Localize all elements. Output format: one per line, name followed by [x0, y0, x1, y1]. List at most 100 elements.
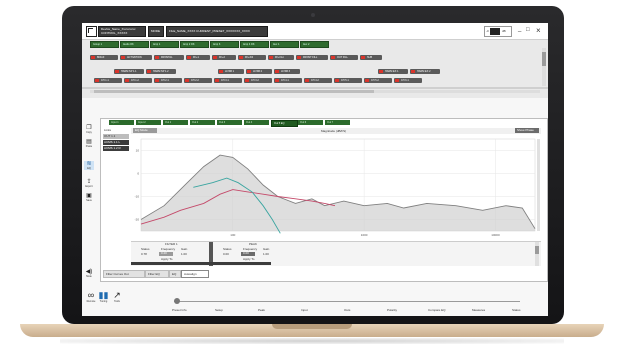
channel-chip[interactable]: SUB [360, 55, 382, 60]
channel-chip[interactable]: BDIAF [90, 55, 118, 60]
filter-tab[interactable]: Out 7 [325, 120, 350, 125]
save-button[interactable]: ▣ Save [84, 193, 94, 202]
hscroll[interactable] [90, 90, 540, 93]
channel-chip[interactable]: CH 4.1 [274, 78, 302, 83]
channel-chip[interactable]: HARM EX 1 [378, 69, 408, 74]
timeline-label[interactable]: Peak [258, 309, 265, 312]
bottom-tab[interactable]: Filter EQ [145, 270, 169, 278]
top-tab[interactable]: Aux 1 [270, 41, 299, 48]
timeline-label[interactable]: Measures [472, 309, 485, 312]
band-left-v0: 0.78 [141, 252, 147, 256]
band-right-field[interactable]: 0.00 [241, 252, 255, 256]
remote-button[interactable]: ∞ Remote [86, 290, 96, 304]
eq-mode-button[interactable]: EQ Mode [133, 128, 157, 133]
channel-chip[interactable]: CH 2.1 [154, 78, 182, 83]
channel-chip[interactable]: CH 3.1 [214, 78, 242, 83]
channel-chip[interactable]: FRONTAL [154, 55, 184, 60]
channel-chip[interactable]: HARM SP 1.1 [114, 69, 144, 74]
channel-chip[interactable]: OUT FILL [330, 55, 358, 60]
export-label: Export [85, 185, 93, 188]
band-left-field[interactable]: 0.20 [159, 252, 173, 256]
timeline-label[interactable]: Polarity [387, 309, 397, 312]
link-item[interactable]: ACMS 1.1 L [103, 140, 129, 145]
y-tick-label: -10 [135, 195, 140, 199]
copy-button[interactable]: ❐ Copy [84, 125, 94, 134]
channel-scrollbar[interactable] [542, 48, 546, 86]
channel-chip[interactable]: CH 4.2 [304, 78, 332, 83]
channel-zone: Group 1 Audio OK Amp 1 Amp 2 OK Amp 3 Am… [82, 40, 548, 98]
filter-tab[interactable]: Out 1 [163, 120, 188, 125]
close-button[interactable]: × [536, 26, 541, 35]
channel-chip[interactable]: CH 3.2 [244, 78, 272, 83]
minimize-button[interactable]: _ [518, 26, 521, 32]
top-tab[interactable]: Aux 2 [300, 41, 329, 48]
paste-button[interactable]: ▤ Paste [84, 139, 94, 148]
show-phase-button[interactable]: Show Phase [515, 128, 539, 133]
link-item[interactable]: ACMS 1.2 R [103, 146, 129, 151]
band-scroll-thumb[interactable] [535, 246, 539, 254]
save-label: Save [86, 199, 92, 202]
top-tab[interactable]: Amp 1 [150, 41, 179, 48]
mute-button[interactable]: ◀) Mute [84, 269, 94, 278]
bottom-tab-active[interactable]: Autoalign [181, 270, 209, 278]
timeline-track[interactable] [174, 301, 520, 302]
channel-chip[interactable]: LF/SB 2 [246, 69, 272, 74]
timeline-handle[interactable] [174, 298, 180, 304]
device-name-box[interactable]: Device_Name_Xxxxxxxxx CONTROL_XXXXX [98, 26, 146, 37]
top-tab[interactable]: Audio OK [120, 41, 149, 48]
channel-chip[interactable]: CH 1.1 [94, 78, 122, 83]
timeline-label[interactable]: Status [512, 309, 521, 312]
tuning-button[interactable]: ▮▮ Tuning [98, 291, 109, 304]
hscroll-thumb[interactable] [94, 90, 374, 93]
channel-chip[interactable]: HARM EX 2 [410, 69, 440, 74]
level-meter[interactable]: -0 dB [484, 26, 512, 37]
filter-tab[interactable]: Out 6 [298, 120, 323, 125]
channel-chip[interactable]: CH 2.2 [184, 78, 212, 83]
channel-chip[interactable]: FRONT FILL [296, 55, 328, 60]
channel-chip[interactable]: CH 6.1 [394, 78, 422, 83]
screen: Device_Name_Xxxxxxxxx CONTROL_XXXXX MODE… [82, 23, 548, 316]
timeline-label[interactable]: Preset Info [172, 309, 187, 312]
timeline-label[interactable]: Compare EQ [428, 309, 446, 312]
filter-tab[interactable]: Out 4 [244, 120, 269, 125]
maximize-button[interactable]: □ [526, 27, 530, 33]
top-tab[interactable]: Amp 2 OK [180, 41, 209, 48]
bottom-tab[interactable]: EQ [169, 270, 181, 278]
channel-chip[interactable]: CH 5.2 [364, 78, 392, 83]
export-button[interactable]: ⇪ Export [84, 179, 94, 188]
channel-chip[interactable]: FF+3/4 [238, 55, 266, 60]
channel-chip[interactable]: FF+2 [212, 55, 236, 60]
timeline-label[interactable]: Input [301, 309, 308, 312]
channel-chip[interactable]: FF+Out [268, 55, 294, 60]
level-value: -0 [486, 29, 489, 33]
channel-chip[interactable]: FF+1 [186, 55, 210, 60]
eq-button[interactable]: ≋ EQ [84, 161, 94, 170]
tools-button[interactable]: ↗ Tools [112, 291, 122, 304]
channel-chip[interactable]: CH 1.2 [124, 78, 152, 83]
network-icon: ∞ [87, 290, 95, 300]
link-item[interactable]: OUT 1.1 [103, 134, 129, 139]
channel-chip[interactable]: LF/SB 1 [218, 69, 244, 74]
y-tick-label: -20 [135, 218, 140, 222]
filter-tab[interactable]: Input 1 [109, 120, 134, 125]
filter-tab[interactable]: Out 3 [217, 120, 242, 125]
eq-chart[interactable]: 100-10-20100 1000 10000 [131, 135, 541, 241]
filter-tab[interactable]: Out 2 [190, 120, 215, 125]
filter-tab-active[interactable]: Out 5 EQ [271, 120, 298, 127]
channel-chip[interactable]: ACTIVATION [120, 55, 152, 60]
filter-tab[interactable]: Input 2 [136, 120, 161, 125]
top-tab[interactable]: Amp 4 OK [240, 41, 269, 48]
channel-chip[interactable]: LF/SB 3 [274, 69, 300, 74]
timeline-label[interactable]: Setup [215, 309, 223, 312]
zone-divider [82, 87, 548, 89]
bottom-tab[interactable]: Filter Curves Out [103, 270, 145, 278]
timeline-label[interactable]: Outs [344, 309, 350, 312]
device-name-line2: CONTROL_XXXXX [101, 31, 128, 35]
channel-chip[interactable]: CH 5.1 [334, 78, 362, 83]
top-tab[interactable]: Group 1 [90, 41, 119, 48]
top-tab[interactable]: Amp 3 [210, 41, 239, 48]
scrollbar-thumb[interactable] [542, 52, 546, 66]
band-scrollbar[interactable] [535, 242, 539, 266]
channel-chip[interactable]: HARM SP 1.2 [146, 69, 176, 74]
mode-box[interactable]: MODE [148, 26, 164, 37]
